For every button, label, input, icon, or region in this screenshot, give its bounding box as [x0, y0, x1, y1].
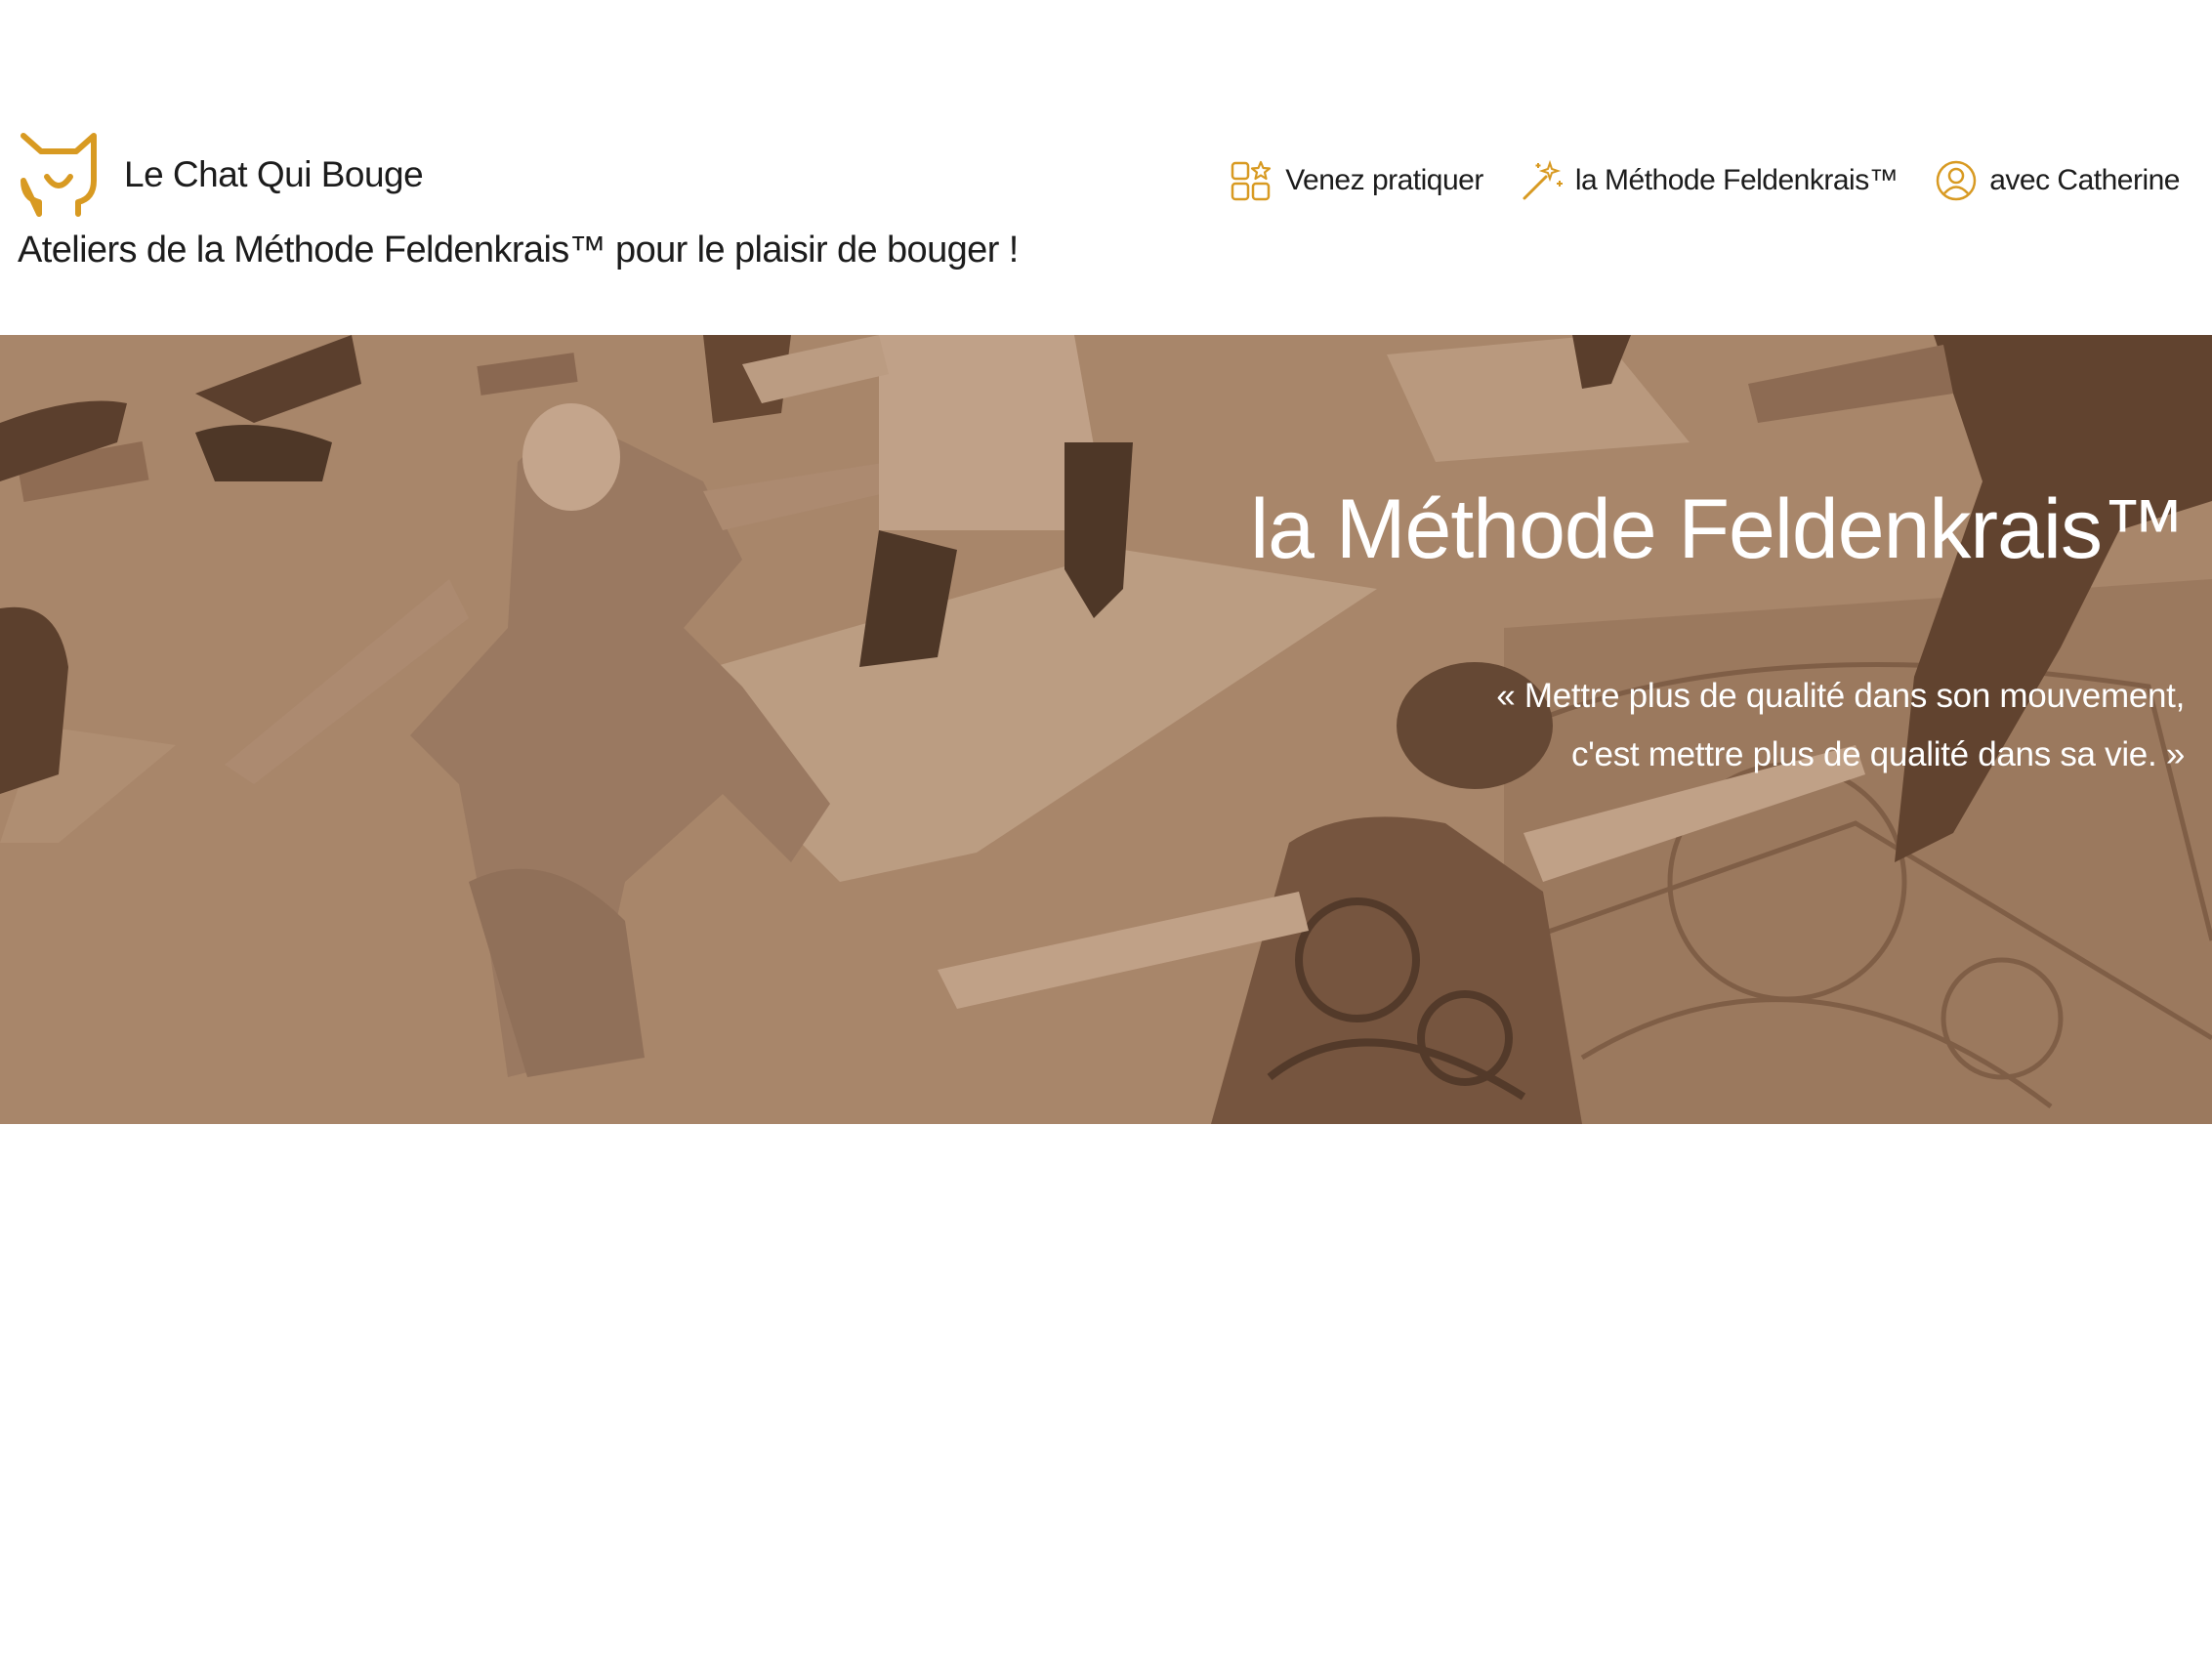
- nav-item-methode-feldenkrais[interactable]: la Méthode Feldenkrais™: [1521, 159, 1899, 202]
- site-title[interactable]: Le Chat Qui Bouge: [124, 154, 424, 195]
- hero-banner: la Méthode Feldenkrais™ « Mettre plus de…: [0, 335, 2212, 1124]
- hero-quote: « Mettre plus de qualité dans son mouvem…: [1496, 667, 2185, 784]
- user-circle-icon: [1936, 160, 1977, 201]
- nav-label: avec Catherine: [1989, 164, 2180, 196]
- grid-star-icon: [1231, 160, 1272, 201]
- cat-head-icon[interactable]: [18, 130, 100, 218]
- site-tagline: Ateliers de la Méthode Feldenkrais™ pour…: [18, 229, 1019, 271]
- hero-title: la Méthode Feldenkrais™: [1250, 482, 2186, 576]
- nav-label: Venez pratiquer: [1285, 164, 1483, 196]
- magic-wand-icon: [1523, 159, 1563, 200]
- hero-quote-line-1: « Mettre plus de qualité dans son mouvem…: [1496, 677, 2185, 715]
- nav-label: la Méthode Feldenkrais™: [1574, 164, 1899, 196]
- nav-item-venez-pratiquer[interactable]: Venez pratiquer: [1231, 159, 1483, 202]
- hero-quote-line-2: c'est mettre plus de qualité dans sa vie…: [1570, 735, 2185, 773]
- main-nav: Venez pratiquer la Méthode Feldenkrais™ …: [1193, 159, 2180, 202]
- nav-item-avec-catherine[interactable]: avec Catherine: [1935, 159, 2180, 202]
